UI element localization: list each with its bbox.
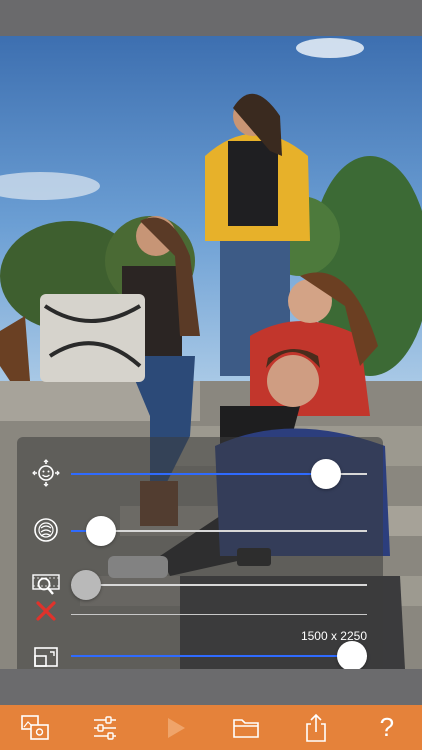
- slider-thumb[interactable]: [86, 516, 116, 546]
- face-detect-slider[interactable]: [71, 459, 367, 489]
- skin-smooth-icon: [31, 515, 61, 545]
- slider-thumb[interactable]: [337, 641, 367, 671]
- bottom-gap: [0, 669, 422, 705]
- play-icon[interactable]: [154, 706, 198, 750]
- zoom-crop-slider[interactable]: [71, 570, 367, 600]
- slider-fill: [71, 655, 352, 657]
- help-icon[interactable]: ?: [365, 706, 409, 750]
- slider-thumb[interactable]: [71, 570, 101, 600]
- zoom-crop-icon: [31, 570, 61, 600]
- divider: [71, 614, 367, 615]
- slider-fill: [71, 473, 326, 475]
- skin-smooth-slider[interactable]: [71, 516, 367, 546]
- resize-icon: [31, 642, 61, 672]
- folder-icon[interactable]: [224, 706, 268, 750]
- help-label: ?: [379, 712, 395, 742]
- slider-thumb[interactable]: [311, 459, 341, 489]
- top-bar: [0, 0, 422, 36]
- resize-slider[interactable]: [71, 641, 367, 671]
- adjustment-panel: 1500 x 2250: [17, 437, 383, 690]
- face-detect-icon: [31, 458, 61, 488]
- share-icon[interactable]: [294, 706, 338, 750]
- x-mark-icon: [31, 599, 61, 623]
- adjust-sliders-icon[interactable]: [83, 706, 127, 750]
- bottom-toolbar: ?: [0, 705, 422, 750]
- switch-photo-icon[interactable]: [13, 706, 57, 750]
